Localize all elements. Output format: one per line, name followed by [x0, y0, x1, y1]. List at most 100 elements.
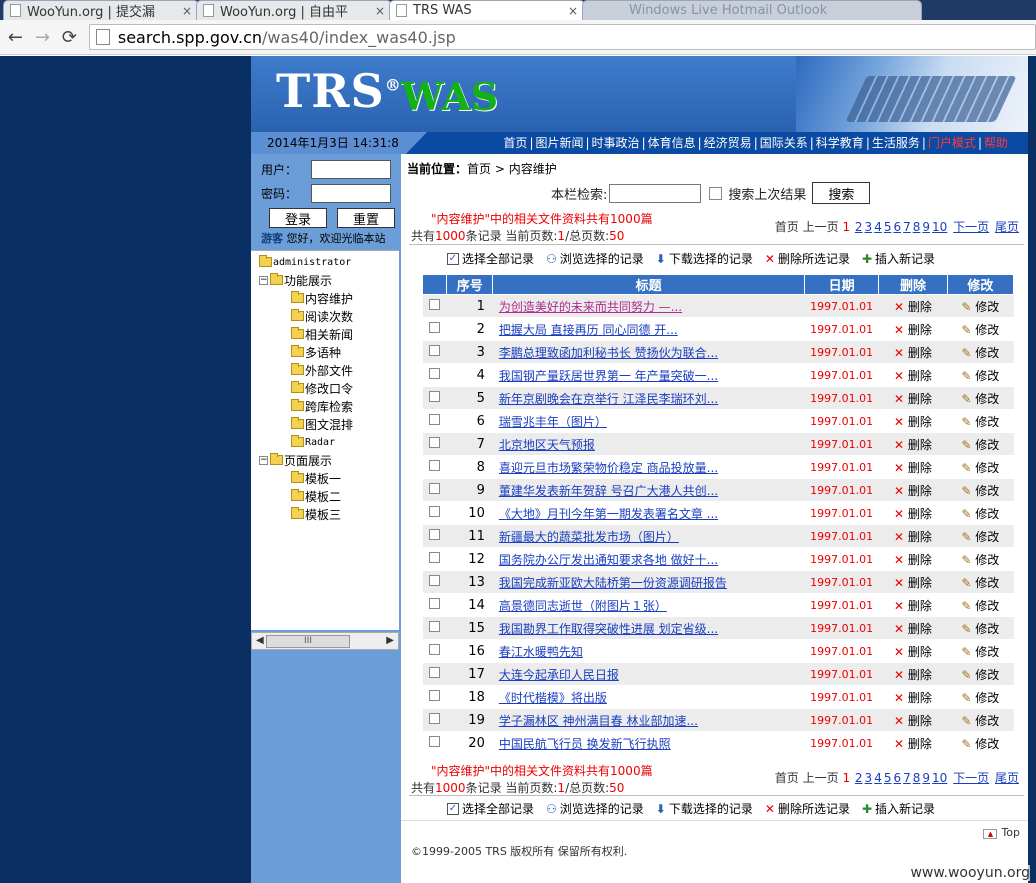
tree-item[interactable]: 模板一	[291, 469, 341, 487]
row-title-link[interactable]: 《大地》月刊今年第一期发表署名文章 ...	[492, 501, 805, 525]
next-page-link[interactable]: 下一页	[953, 771, 989, 785]
row-edit-button[interactable]: ✎ 修改	[947, 662, 1014, 686]
row-delete-button[interactable]: ✕ 删除	[878, 386, 948, 410]
tree-item[interactable]: 模板二	[291, 487, 341, 505]
insert-record-button[interactable]: ✚ 插入新记录	[862, 250, 935, 267]
row-delete-button[interactable]: ✕ 删除	[878, 432, 948, 456]
row-checkbox[interactable]	[422, 340, 447, 364]
row-edit-button[interactable]: ✎ 修改	[947, 547, 1014, 571]
insert-record-button[interactable]: ✚ 插入新记录	[862, 800, 935, 817]
back-icon[interactable]: ←	[4, 25, 27, 49]
nav-economy[interactable]: 经济贸易	[704, 136, 752, 150]
scroll-left-icon[interactable]: ◀	[256, 635, 264, 646]
page-link[interactable]: 2	[855, 220, 863, 234]
row-checkbox[interactable]	[422, 478, 447, 502]
row-delete-button[interactable]: ✕ 删除	[878, 685, 948, 709]
page-link[interactable]: 10	[932, 220, 947, 234]
row-title-link[interactable]: 春江水暖鸭先知	[492, 639, 805, 663]
row-checkbox[interactable]	[422, 639, 447, 663]
row-checkbox[interactable]	[422, 570, 447, 594]
row-delete-button[interactable]: ✕ 删除	[878, 478, 948, 502]
page-link[interactable]: 7	[903, 220, 911, 234]
page-link[interactable]: 5	[884, 220, 892, 234]
nav-help[interactable]: 帮助	[984, 136, 1008, 150]
search-input[interactable]	[609, 183, 702, 203]
row-checkbox[interactable]	[422, 363, 447, 387]
row-delete-button[interactable]: ✕ 删除	[878, 662, 948, 686]
nav-science[interactable]: 科学教育	[816, 136, 864, 150]
row-title-link[interactable]: 大连今起承印人民日报	[492, 662, 805, 686]
row-checkbox[interactable]	[422, 455, 447, 479]
close-icon[interactable]: ×	[375, 4, 385, 18]
nav-politics[interactable]: 时事政治	[592, 136, 640, 150]
row-title-link[interactable]: 为创造美好的未来而共同努力 —...	[492, 294, 805, 318]
row-delete-button[interactable]: ✕ 删除	[878, 570, 948, 594]
browse-selected-button[interactable]: ⚇ 浏览选择的记录	[546, 800, 644, 817]
page-link[interactable]: 8	[913, 220, 921, 234]
row-title-link[interactable]: 中国民航飞行员 换发新飞行执照	[492, 731, 805, 755]
nav-sports[interactable]: 体育信息	[648, 136, 696, 150]
page-link[interactable]: 8	[913, 771, 921, 785]
row-title-link[interactable]: 喜迎元旦市场繁荣物价稳定 商品投放量...	[492, 455, 805, 479]
row-delete-button[interactable]: ✕ 删除	[878, 731, 948, 755]
row-edit-button[interactable]: ✎ 修改	[947, 455, 1014, 479]
login-button[interactable]: 登录	[269, 208, 327, 228]
row-edit-button[interactable]: ✎ 修改	[947, 409, 1014, 433]
row-checkbox[interactable]	[422, 662, 447, 686]
row-checkbox[interactable]	[422, 708, 447, 732]
tree-group-pages[interactable]: − 页面展示	[259, 451, 332, 469]
row-delete-button[interactable]: ✕ 删除	[878, 317, 948, 341]
row-delete-button[interactable]: ✕ 删除	[878, 455, 948, 479]
last-page-link[interactable]: 尾页	[995, 771, 1019, 785]
browser-tab[interactable]: WooYun.org | 提交漏 ×	[3, 0, 199, 20]
delete-selected-button[interactable]: ✕ 删除所选记录	[765, 800, 850, 817]
page-link[interactable]: 4	[874, 220, 882, 234]
nav-international[interactable]: 国际关系	[760, 136, 808, 150]
tree-item[interactable]: 模板三	[291, 505, 341, 523]
row-checkbox[interactable]	[422, 386, 447, 410]
page-link[interactable]: 9	[922, 220, 930, 234]
row-delete-button[interactable]: ✕ 删除	[878, 708, 948, 732]
page-link[interactable]: 3	[865, 771, 873, 785]
row-title-link[interactable]: 董建华发表新年贺辞 号召广大港人共创...	[492, 478, 805, 502]
row-title-link[interactable]: 国务院办公厅发出通知要求各地 做好十...	[492, 547, 805, 571]
row-edit-button[interactable]: ✎ 修改	[947, 685, 1014, 709]
page-link[interactable]: 5	[884, 771, 892, 785]
row-title-link[interactable]: 把握大局 直接再历 同心同德 开...	[492, 317, 805, 341]
row-delete-button[interactable]: ✕ 删除	[878, 547, 948, 571]
download-selected-button[interactable]: ⬇ 下载选择的记录	[656, 800, 753, 817]
page-link[interactable]: 3	[865, 220, 873, 234]
close-icon[interactable]: ×	[568, 4, 578, 18]
reset-button[interactable]: 重置	[337, 208, 395, 228]
row-checkbox[interactable]	[422, 593, 447, 617]
delete-selected-button[interactable]: ✕ 删除所选记录	[765, 250, 850, 267]
tree-group-functions[interactable]: − 功能展示	[259, 271, 332, 289]
collapse-icon[interactable]: −	[259, 455, 268, 465]
row-edit-button[interactable]: ✎ 修改	[947, 317, 1014, 341]
row-edit-button[interactable]: ✎ 修改	[947, 570, 1014, 594]
row-edit-button[interactable]: ✎ 修改	[947, 478, 1014, 502]
row-delete-button[interactable]: ✕ 删除	[878, 524, 948, 548]
row-delete-button[interactable]: ✕ 删除	[878, 409, 948, 433]
row-edit-button[interactable]: ✎ 修改	[947, 294, 1014, 318]
row-edit-button[interactable]: ✎ 修改	[947, 593, 1014, 617]
row-checkbox[interactable]	[422, 501, 447, 525]
row-edit-button[interactable]: ✎ 修改	[947, 363, 1014, 387]
nav-photo-news[interactable]: 图片新闻	[535, 136, 583, 150]
row-edit-button[interactable]: ✎ 修改	[947, 501, 1014, 525]
select-all-button[interactable]: ✓ 选择全部记录	[447, 800, 534, 817]
page-link[interactable]: 6	[893, 220, 901, 234]
password-input[interactable]	[311, 183, 391, 203]
tree-item[interactable]: 外部文件	[291, 361, 353, 379]
search-last-checkbox[interactable]	[709, 186, 723, 200]
row-delete-button[interactable]: ✕ 删除	[878, 501, 948, 525]
row-delete-button[interactable]: ✕ 删除	[878, 363, 948, 387]
row-edit-button[interactable]: ✎ 修改	[947, 616, 1014, 640]
row-title-link[interactable]: 我国完成新亚欧大陆桥第一份资源调研报告	[492, 570, 805, 594]
row-title-link[interactable]: 李鹏总理致函加利秘书长 赞扬伙为联合...	[492, 340, 805, 364]
row-title-link[interactable]: 我国勘界工作取得突破性进展 划定省级...	[492, 616, 805, 640]
row-title-link[interactable]: 新疆最大的蔬菜批发市场（图片）	[492, 524, 805, 548]
row-title-link[interactable]: 学子漏林区 神州满目春 林业部加速...	[492, 708, 805, 732]
scroll-right-icon[interactable]: ▶	[386, 635, 394, 646]
tree-item[interactable]: 内容维护	[291, 289, 353, 307]
